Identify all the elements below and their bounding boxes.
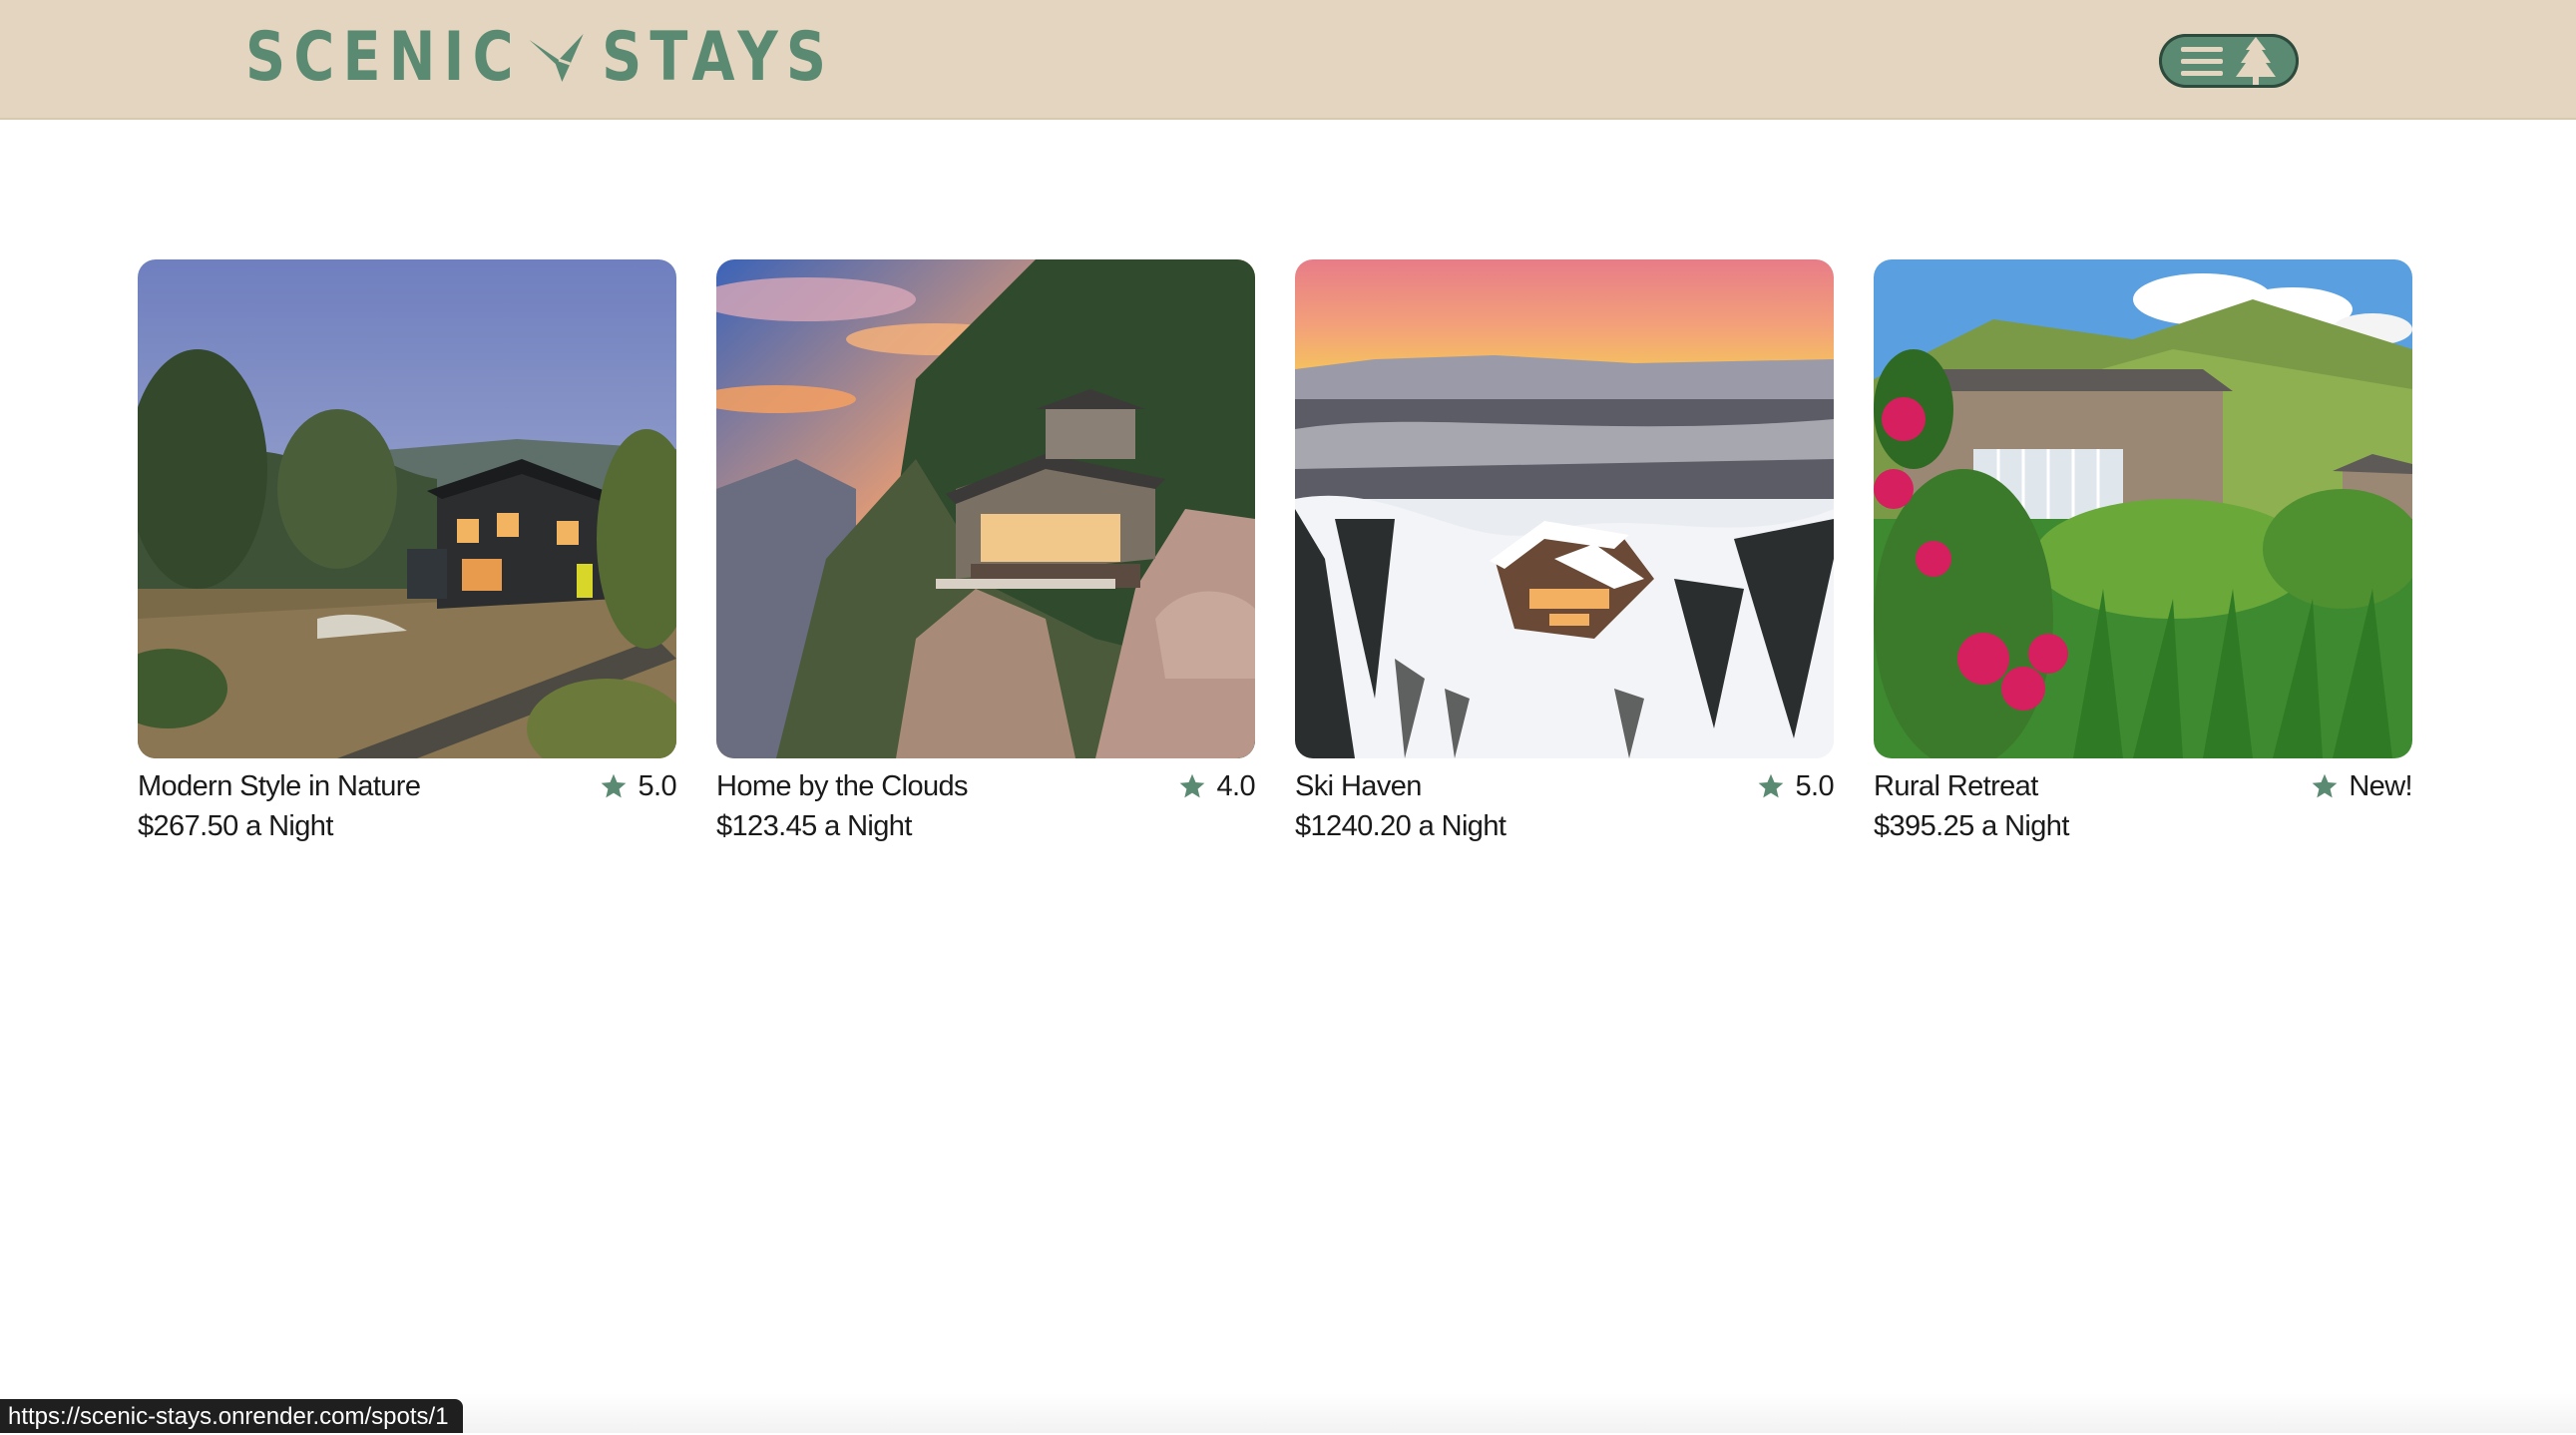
rating-value: New! — [2349, 769, 2412, 802]
rating-value: 5.0 — [1795, 769, 1834, 802]
rating-value: 4.0 — [1216, 769, 1255, 802]
spot-card[interactable]: Home by the Clouds 4.0 $123.45 a Night — [716, 259, 1256, 846]
spot-title: Home by the Clouds — [716, 769, 969, 802]
spot-image-cliffside-home[interactable] — [716, 259, 1255, 758]
site-header: SCENIC STAYS — [0, 0, 2576, 120]
brand-name-right: STAYS — [602, 18, 835, 97]
spot-rating: 5.0 — [600, 769, 677, 803]
star-icon — [1759, 773, 1784, 798]
brand-logo[interactable]: SCENIC STAYS — [245, 22, 834, 94]
hamburger-icon — [2181, 47, 2223, 76]
spot-card[interactable]: Modern Style in Nature 5.0 $267.50 a Nig… — [138, 259, 677, 846]
brand-name-left: SCENIC — [245, 18, 522, 97]
link-status-url: https://scenic-stays.onrender.com/spots/… — [0, 1399, 463, 1433]
spot-card[interactable]: Rural Retreat New! $395.25 a Night — [1874, 259, 2413, 846]
spot-card[interactable]: Ski Haven 5.0 $1240.20 a Night — [1295, 259, 1835, 846]
star-icon — [602, 773, 627, 798]
bird-icon — [529, 34, 585, 82]
tree-icon — [2236, 37, 2276, 85]
profile-menu-button[interactable] — [2159, 34, 2299, 88]
spot-image-rural-retreat[interactable] — [1874, 259, 2412, 758]
spot-price: $267.50 a Night — [138, 810, 333, 842]
spot-price: $395.25 a Night — [1874, 810, 2069, 842]
spot-title: Modern Style in Nature — [138, 769, 421, 802]
spot-price: $1240.20 a Night — [1295, 810, 1506, 842]
rating-value: 5.0 — [638, 769, 676, 802]
spot-rating: 5.0 — [1757, 769, 1835, 803]
spot-price: $123.45 a Night — [716, 810, 912, 842]
spot-rating: New! — [2311, 769, 2413, 803]
spots-grid: Modern Style in Nature 5.0 $267.50 a Nig… — [138, 259, 2413, 846]
spot-rating: 4.0 — [1178, 769, 1256, 803]
spot-title: Ski Haven — [1295, 769, 1422, 802]
spot-title: Rural Retreat — [1874, 769, 2038, 802]
star-icon — [2312, 773, 2338, 798]
star-icon — [1180, 773, 1205, 798]
spot-image-ski-lodge[interactable] — [1295, 259, 1834, 758]
spot-image-modern-cabin[interactable] — [138, 259, 676, 758]
